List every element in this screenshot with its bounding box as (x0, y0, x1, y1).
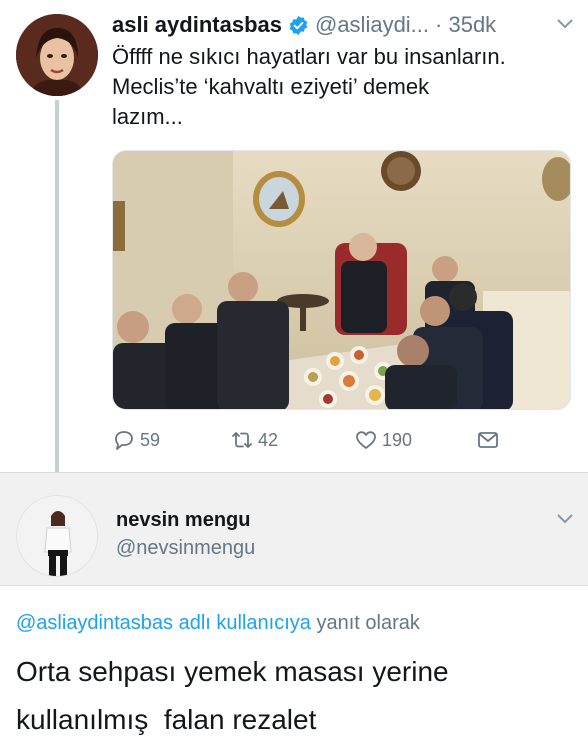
tweet-time[interactable]: · 35dk (435, 12, 496, 38)
like-action[interactable]: 190 (354, 428, 412, 452)
retweet-icon (232, 432, 252, 448)
author-name[interactable]: asli aydintasbas (112, 12, 282, 38)
reply-text-line: Orta sehpası yemek masası yerine (16, 656, 449, 687)
reply-count: 59 (140, 429, 161, 450)
chevron-down-icon[interactable] (556, 513, 574, 525)
replying-to-mention[interactable]: @asliaydintasbas adlı kullanıcıya (16, 612, 311, 634)
chevron-down-icon[interactable] (556, 18, 574, 30)
reply-tweet: @asliaydintasbas adlı kullanıcıya yanıt … (0, 586, 588, 748)
tweet-header: asli aydintasbas @asliaydi... · 35dk (112, 10, 496, 40)
replying-to-suffix: yanıt olarak (310, 612, 420, 634)
original-tweet[interactable]: asli aydintasbas @asliaydi... · 35dk Öff… (0, 0, 588, 492)
retweet-count: 42 (258, 429, 279, 450)
reply-author-header: nevsin mengu @nevsinmengu (0, 472, 588, 586)
reply-text: Orta sehpası yemek masası yerine kullanı… (16, 648, 576, 744)
message-action[interactable] (476, 428, 504, 452)
heart-icon (356, 431, 376, 449)
like-count: 190 (382, 429, 413, 450)
reply-icon (115, 431, 133, 450)
thread-line (55, 100, 59, 492)
replying-to: @asliaydintasbas adlı kullanıcıya yanıt … (16, 612, 420, 635)
tweet-text-line: lazım... (112, 104, 183, 129)
reply-author-avatar[interactable] (16, 495, 98, 577)
author-avatar[interactable] (16, 14, 98, 96)
reply-author-name[interactable]: nevsin mengu (116, 509, 250, 532)
author-handle: @asliaydi... (314, 12, 430, 37)
tweet-actions: 59 42 190 (112, 428, 572, 456)
tweet-text: Öffff ne sıkıcı hayatları var bu insanla… (112, 42, 578, 132)
retweet-action[interactable]: 42 (230, 428, 278, 452)
verified-badge-icon (288, 15, 309, 36)
reply-author-handle: @nevsinmengu (116, 537, 256, 559)
tweet-text-line: Meclis’te ‘kahvaltı eziyeti’ demek (112, 74, 430, 99)
reply-action[interactable]: 59 (112, 428, 160, 452)
tweet-text-line: Öffff ne sıkıcı hayatları var bu insanla… (112, 44, 506, 69)
envelope-icon (478, 432, 498, 448)
reply-text-line: kullanılmış falan rezalet (16, 704, 317, 735)
tweet-photo[interactable] (112, 150, 571, 410)
